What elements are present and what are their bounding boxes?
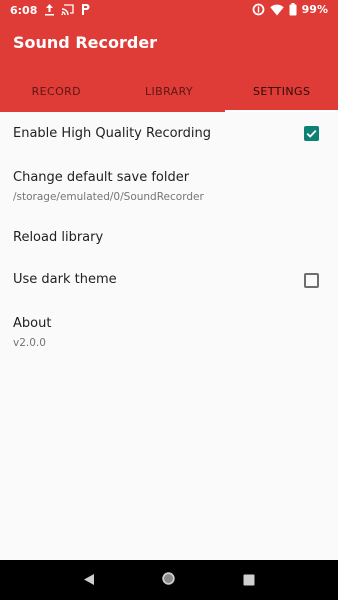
app-header: 6:08 99% Sound Recorder RECORD LIBRARY S…	[0, 0, 338, 112]
setting-reload-library[interactable]: Reload library	[0, 216, 338, 258]
app-version: v2.0.0	[13, 337, 46, 349]
recents-icon[interactable]	[243, 571, 255, 590]
setting-title: Reload library	[13, 230, 104, 245]
navigation-bar	[0, 560, 338, 600]
setting-high-quality[interactable]: Enable High Quality Recording	[0, 112, 338, 156]
setting-save-folder[interactable]: Change default save folder /storage/emul…	[0, 156, 338, 216]
check-icon	[306, 129, 317, 138]
tab-settings[interactable]: SETTINGS	[225, 70, 338, 112]
status-bar: 6:08 99%	[0, 0, 338, 22]
parking-icon	[80, 3, 91, 19]
dark-theme-checkbox[interactable]	[304, 273, 319, 288]
tab-bar: RECORD LIBRARY SETTINGS	[0, 70, 338, 112]
wifi-icon	[269, 4, 284, 16]
save-folder-path: /storage/emulated/0/SoundRecorder	[13, 191, 204, 203]
tab-library[interactable]: LIBRARY	[113, 70, 226, 112]
setting-dark-theme[interactable]: Use dark theme	[0, 258, 338, 304]
tab-record[interactable]: RECORD	[0, 70, 113, 112]
app-title: Sound Recorder	[13, 33, 158, 52]
settings-list: Enable High Quality Recording Change def…	[0, 112, 338, 364]
battery-icon	[289, 3, 297, 16]
cast-icon	[61, 3, 74, 19]
battery-level: 99%	[301, 3, 328, 16]
back-icon[interactable]	[83, 571, 95, 590]
status-time: 6:08	[10, 4, 38, 17]
upload-icon	[44, 3, 55, 19]
setting-title: Change default save folder	[13, 170, 190, 185]
high-quality-checkbox[interactable]	[304, 126, 319, 141]
setting-title: Use dark theme	[13, 272, 117, 287]
data-saver-icon	[252, 3, 265, 16]
setting-title: Enable High Quality Recording	[13, 126, 212, 141]
setting-title: About	[13, 316, 52, 331]
setting-about[interactable]: About v2.0.0	[0, 304, 338, 364]
home-icon[interactable]	[161, 571, 176, 590]
